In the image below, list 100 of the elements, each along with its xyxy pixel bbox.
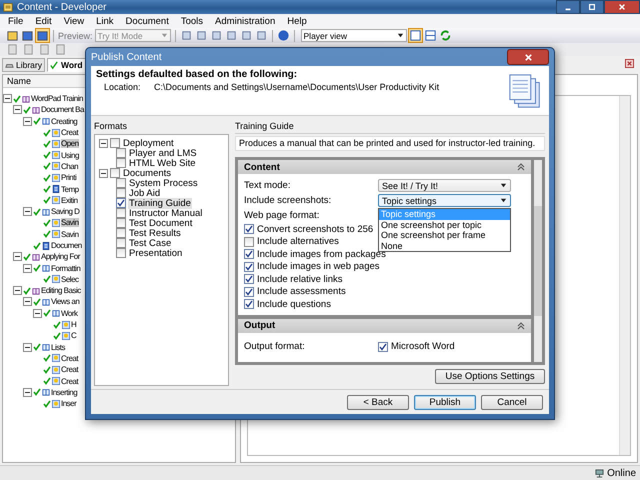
checkbox[interactable]: [244, 274, 254, 284]
menu-item[interactable]: Administration: [215, 16, 276, 26]
tree-item[interactable]: Open: [61, 139, 79, 148]
close-button[interactable]: [507, 49, 549, 65]
document-type-item[interactable]: Training Guide: [128, 198, 192, 208]
tree-item[interactable]: WordPad Trainin: [31, 94, 83, 104]
document-type-item[interactable]: HTML Web Site: [128, 158, 197, 168]
tree-item[interactable]: Selec: [61, 274, 79, 284]
tree-item[interactable]: Lists: [51, 342, 65, 352]
document-type-item[interactable]: Test Document: [128, 218, 194, 228]
tab[interactable]: Word: [46, 58, 86, 72]
tree-item[interactable]: Formattin: [51, 264, 80, 273]
checkbox[interactable]: [116, 188, 126, 198]
tree-item[interactable]: Using: [61, 150, 79, 160]
checkbox[interactable]: [244, 224, 254, 234]
minimize-button[interactable]: [556, 0, 580, 14]
checkbox[interactable]: [110, 168, 120, 178]
tree-item[interactable]: Inser: [61, 399, 76, 408]
tree-item[interactable]: Document Ba: [41, 105, 84, 114]
document-type-item[interactable]: Job Aid: [128, 188, 162, 198]
checkbox[interactable]: [244, 262, 254, 272]
menu-item[interactable]: File: [8, 16, 24, 26]
checkbox[interactable]: [378, 342, 388, 352]
close-button[interactable]: [604, 0, 640, 14]
checkbox[interactable]: [244, 236, 254, 247]
tree-item[interactable]: Editing Basic: [41, 286, 81, 296]
tree-item[interactable]: Creat: [61, 365, 78, 374]
checkbox[interactable]: [116, 198, 126, 208]
tree-item[interactable]: Documen: [51, 241, 82, 250]
collapse-icon[interactable]: [517, 163, 525, 171]
menu-item[interactable]: Tools: [180, 16, 204, 26]
tree-item[interactable]: C: [71, 331, 76, 340]
document-type-item[interactable]: Player and LMS: [128, 148, 198, 158]
layout-icon[interactable]: [424, 29, 437, 42]
tree-item[interactable]: Savin: [61, 230, 79, 239]
document-type-item[interactable]: System Process: [128, 178, 199, 188]
checkbox[interactable]: [116, 158, 126, 168]
dropdown[interactable]: Topic settings: [378, 194, 511, 207]
document-type-item[interactable]: Instructor Manual: [128, 208, 204, 218]
tree-item[interactable]: Creat: [61, 354, 78, 363]
dialog-button[interactable]: < Back: [347, 394, 409, 410]
tree-item[interactable]: Creating: [51, 116, 78, 126]
checkbox[interactable]: [244, 299, 254, 310]
collapse-icon[interactable]: [23, 207, 32, 216]
collapse-icon[interactable]: [99, 168, 108, 178]
collapse-icon[interactable]: [517, 322, 525, 330]
tree-item[interactable]: Chan: [61, 162, 78, 171]
dropdown[interactable]: See It! / Try It!: [378, 179, 511, 192]
tree-item[interactable]: Work: [61, 308, 78, 318]
dialog-button[interactable]: Cancel: [481, 394, 543, 410]
tree-item[interactable]: Creat: [61, 376, 78, 386]
menu-item[interactable]: Edit: [35, 16, 52, 26]
tree-item[interactable]: Exitin: [61, 196, 78, 205]
tab[interactable]: Library: [2, 58, 45, 72]
dropdown-option[interactable]: None: [379, 240, 510, 251]
menu-item[interactable]: Document: [126, 16, 169, 26]
document-type-item[interactable]: Documents: [122, 168, 172, 178]
tree-item[interactable]: Applying For: [41, 252, 80, 262]
tree-item[interactable]: Temp: [61, 184, 79, 194]
document-type-item[interactable]: Presentation: [128, 248, 184, 258]
checkbox[interactable]: [116, 218, 126, 228]
checkbox[interactable]: [116, 248, 126, 258]
checkbox[interactable]: [116, 208, 126, 218]
tree-item[interactable]: H: [71, 320, 76, 330]
topic-icon: [62, 332, 70, 340]
section-header[interactable]: Output: [238, 318, 531, 332]
scrollbar[interactable]: [534, 160, 542, 362]
tree-item[interactable]: Creat: [61, 128, 78, 138]
checkbox[interactable]: [244, 286, 254, 297]
layout-icon[interactable]: [408, 29, 422, 42]
section-header[interactable]: Content: [238, 160, 531, 174]
document-type-item[interactable]: Deployment: [122, 138, 175, 148]
tree-item[interactable]: Saving D: [51, 207, 80, 216]
dialog-button[interactable]: Publish: [414, 394, 476, 410]
checkbox[interactable]: [116, 148, 126, 158]
checkbox[interactable]: [116, 178, 126, 188]
refresh-icon[interactable]: [438, 29, 452, 42]
scrollbar[interactable]: [619, 96, 630, 455]
menu-item[interactable]: View: [64, 16, 84, 26]
collapse-icon[interactable]: [99, 138, 108, 148]
tree-item[interactable]: Printi: [61, 173, 76, 182]
collapse-icon[interactable]: [23, 342, 32, 352]
checkbox[interactable]: [116, 228, 126, 238]
checkbox[interactable]: [110, 138, 120, 148]
tree-item[interactable]: Inserting: [51, 388, 78, 397]
close-icon[interactable]: [625, 59, 634, 68]
maximize-button[interactable]: [580, 0, 604, 14]
document-type-item[interactable]: Test Results: [128, 228, 182, 238]
collapse-icon[interactable]: [23, 388, 32, 397]
view-dropdown[interactable]: Player view: [300, 29, 407, 42]
dropdown-option[interactable]: One screenshot per topic: [379, 220, 510, 230]
tree-item[interactable]: Views an: [51, 297, 80, 306]
checkbox[interactable]: [116, 238, 126, 248]
document-type-item[interactable]: Test Case: [128, 238, 172, 248]
use-options-button[interactable]: Use Options Settings: [435, 369, 545, 384]
menu-item[interactable]: Link: [96, 16, 114, 26]
checkbox[interactable]: [244, 249, 254, 260]
dropdown-option[interactable]: One screenshot per frame: [379, 230, 510, 240]
menu-item[interactable]: Help: [287, 16, 307, 26]
tree-item[interactable]: Savin: [61, 218, 79, 228]
